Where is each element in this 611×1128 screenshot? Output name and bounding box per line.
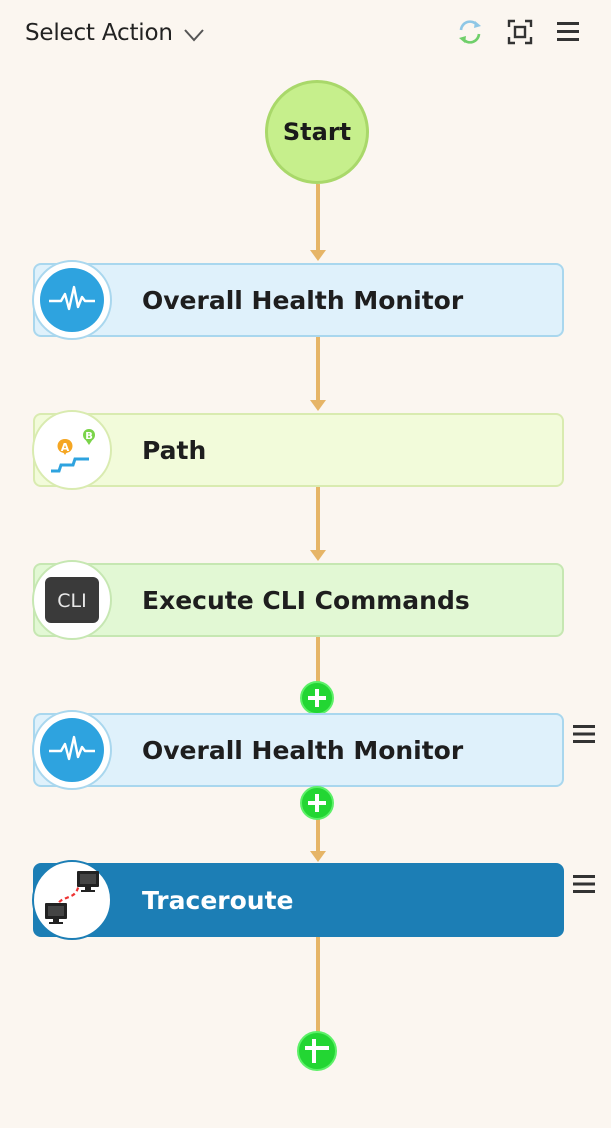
node-title: Traceroute (142, 885, 294, 915)
flow-node-path[interactable]: A B Path (32, 410, 564, 490)
hamburger-menu-icon[interactable] (555, 18, 583, 46)
connector-line (316, 819, 320, 851)
select-action-label: Select Action (25, 20, 173, 46)
node-icon-wrapper (32, 260, 112, 340)
connector-line (316, 637, 320, 682)
flow-node-traceroute[interactable]: Traceroute (32, 860, 564, 940)
traceroute-icon (45, 871, 99, 924)
start-node[interactable]: Start (265, 80, 369, 184)
node-title: Overall Health Monitor (142, 285, 464, 315)
node-icon-wrapper: A B (32, 410, 112, 490)
fit-to-screen-icon[interactable] (506, 18, 534, 46)
add-step-button[interactable] (300, 786, 334, 820)
cli-icon: CLI (45, 577, 99, 623)
connector-arrow (310, 550, 326, 561)
node-menu-icon[interactable] (572, 872, 596, 896)
refresh-icon[interactable] (456, 18, 484, 46)
add-step-button[interactable] (300, 681, 334, 715)
node-title: Overall Health Monitor (142, 735, 464, 765)
health-monitor-icon (40, 718, 104, 782)
chevron-down-icon (183, 29, 204, 42)
health-monitor-icon (40, 268, 104, 332)
flow-node-health-monitor[interactable]: Overall Health Monitor (32, 260, 564, 340)
node-title: Path (142, 435, 207, 465)
add-step-button[interactable] (297, 1031, 337, 1071)
flow-node-health-monitor-2[interactable]: Overall Health Monitor (32, 710, 564, 790)
cli-icon-text: CLI (57, 590, 86, 612)
path-icon-letter-a: A (61, 441, 70, 454)
path-icon-letter-b: B (85, 431, 93, 442)
connector-arrow (310, 400, 326, 411)
select-action-dropdown[interactable]: Select Action (25, 20, 205, 46)
connector-arrow (310, 250, 326, 261)
connector-line (316, 337, 320, 400)
node-menu-icon[interactable] (572, 722, 596, 746)
node-title: Execute CLI Commands (142, 585, 470, 615)
path-icon: A B (51, 429, 95, 473)
connector-line (316, 487, 320, 550)
toolbar: Select Action (0, 0, 611, 66)
node-icon-wrapper (32, 710, 112, 790)
connector-arrow (310, 851, 326, 862)
connector-line (316, 937, 320, 1032)
start-label: Start (282, 118, 352, 146)
node-icon-wrapper (32, 860, 112, 940)
node-icon-wrapper: CLI (32, 560, 112, 640)
flow-node-execute-cli[interactable]: CLI Execute CLI Commands (32, 560, 564, 640)
connector-line (316, 184, 320, 250)
